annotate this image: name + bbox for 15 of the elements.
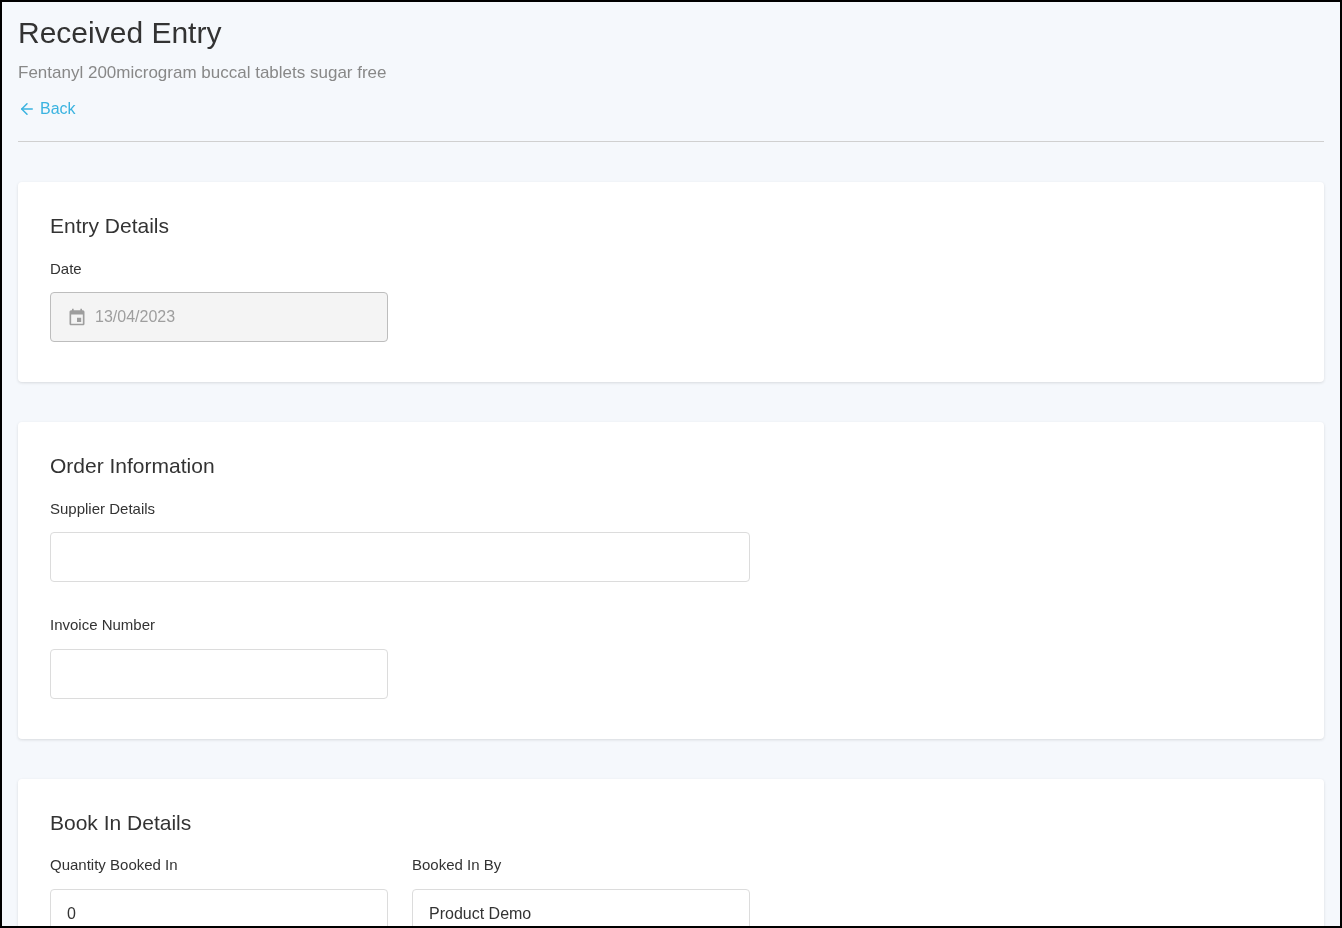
field-label: Supplier Details (50, 498, 157, 519)
page-subtitle: Fentanyl 200microgram buccal tablets sugar free (18, 61, 388, 84)
field-label: Invoice Number (50, 615, 157, 635)
section-title: Order Information (50, 453, 216, 479)
input-field[interactable] (50, 532, 750, 582)
page-title: Received Entry (18, 15, 223, 51)
section-title: Book In Details (50, 809, 193, 836)
field-label: Booked In By (412, 855, 503, 875)
input-field[interactable] (50, 648, 388, 699)
input-field[interactable]: 0 (50, 888, 388, 926)
field-label: Date (50, 258, 83, 279)
section-title: Entry Details (50, 213, 171, 239)
field-label: Quantity Booked In (50, 855, 179, 875)
input-field[interactable]: Product Demo (412, 888, 750, 926)
calendar-icon (67, 307, 87, 327)
